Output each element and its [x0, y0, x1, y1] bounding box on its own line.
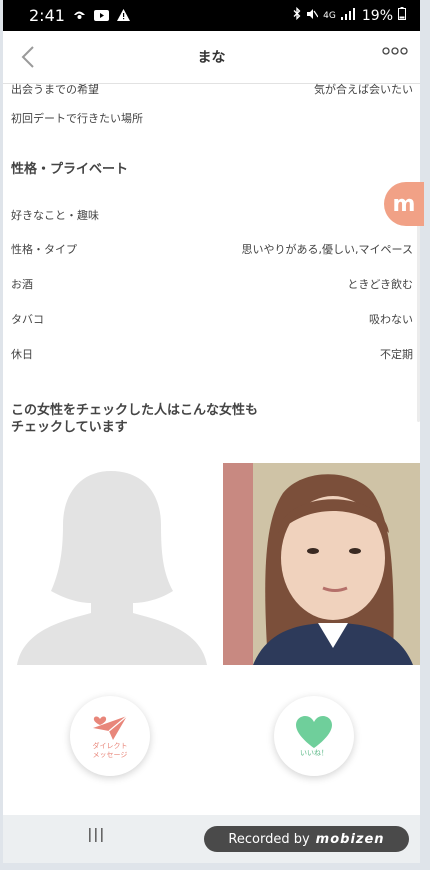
profile-screen: まな 出会うまでの希望 気が合えば会いたい 初回デートで行きたい場所 性格・プラ… [3, 31, 420, 815]
profile-row-first-date: 初回デートで行きたい場所 [11, 108, 413, 128]
row-value: 不定期 [380, 348, 413, 361]
direct-message-button[interactable]: ダイレクト メッセージ [70, 696, 150, 776]
row-label: 性格・タイプ [11, 243, 77, 256]
profile-row-tobacco: タバコ 吸わない [11, 309, 413, 329]
chevron-left-icon [21, 46, 34, 68]
direct-message-label-line2: メッセージ [92, 751, 128, 759]
like-button[interactable]: いいね！ [274, 696, 354, 776]
recent-apps-button[interactable] [87, 827, 105, 847]
pinwheel-icon [73, 6, 86, 25]
row-value: 思いやりがある,優しい,マイペース [241, 243, 413, 256]
status-time: 2:41 [29, 6, 65, 25]
youtube-icon [93, 6, 109, 25]
battery-percent: 19% [361, 7, 393, 24]
recent-apps-icon [89, 828, 103, 842]
row-label: 好きなこと・趣味 [11, 209, 99, 222]
also-checked-title-line2: チェックしています [11, 420, 128, 435]
direct-message-label: ダイレクト メッセージ [93, 742, 128, 760]
profile-photo-image [223, 463, 420, 665]
row-label: 休日 [11, 348, 33, 361]
profile-row-holiday: 休日 不定期 [11, 344, 413, 364]
user-silhouette-icon [17, 471, 207, 665]
mobizen-side-badge[interactable]: m [384, 182, 424, 226]
suggested-profile-photo[interactable] [223, 463, 420, 665]
profile-row-meeting-wish: 出会うまでの希望 気が合えば会いたい [11, 79, 413, 99]
row-label: タバコ [11, 313, 44, 326]
row-value: 気が合えば会いたい [314, 83, 413, 96]
more-icon [382, 47, 408, 55]
direct-message-label-line1: ダイレクト [92, 742, 128, 750]
like-label: いいね！ [300, 748, 328, 757]
recording-watermark: Recorded by mobizen [204, 826, 409, 852]
page-title: まな [197, 50, 226, 66]
paper-plane-heart-icon [93, 715, 128, 740]
row-value: ときどき飲む [347, 278, 413, 291]
row-value: 吸わない [369, 313, 413, 326]
system-nav-bar: Recorded by mobizen [3, 815, 420, 863]
heart-icon [296, 715, 332, 748]
also-checked-title-line1: この女性をチェックした人はこんな女性も [11, 403, 259, 418]
also-checked-title: この女性をチェックした人はこんな女性も チェックしています [11, 402, 311, 436]
battery-icon [398, 7, 406, 24]
bluetooth-icon [293, 6, 301, 24]
watermark-brand: mobizen [315, 831, 385, 847]
suggested-profile-card-placeholder[interactable] [11, 463, 212, 665]
back-button[interactable] [17, 42, 39, 72]
profile-row-personality-type: 性格・タイプ 思いやりがある,優しい,マイペース [11, 239, 413, 259]
network-type: 4G [323, 10, 336, 21]
status-bar: 2:41 4G 19% [3, 0, 420, 31]
section-title-personality: 性格・プライベート [11, 162, 129, 177]
profile-row-hobby: 好きなこと・趣味 [11, 205, 413, 225]
profile-row-alcohol: お酒 ときどき飲む [11, 274, 413, 294]
mute-icon [306, 8, 319, 24]
watermark-text: Recorded by [228, 831, 310, 847]
warning-icon [116, 6, 130, 25]
app-header: まな [3, 31, 420, 84]
row-label: 出会うまでの希望 [11, 83, 99, 96]
more-options-button[interactable] [382, 45, 408, 58]
row-label: お酒 [11, 278, 33, 291]
row-label: 初回デートで行きたい場所 [11, 112, 143, 125]
signal-icon [340, 7, 357, 24]
